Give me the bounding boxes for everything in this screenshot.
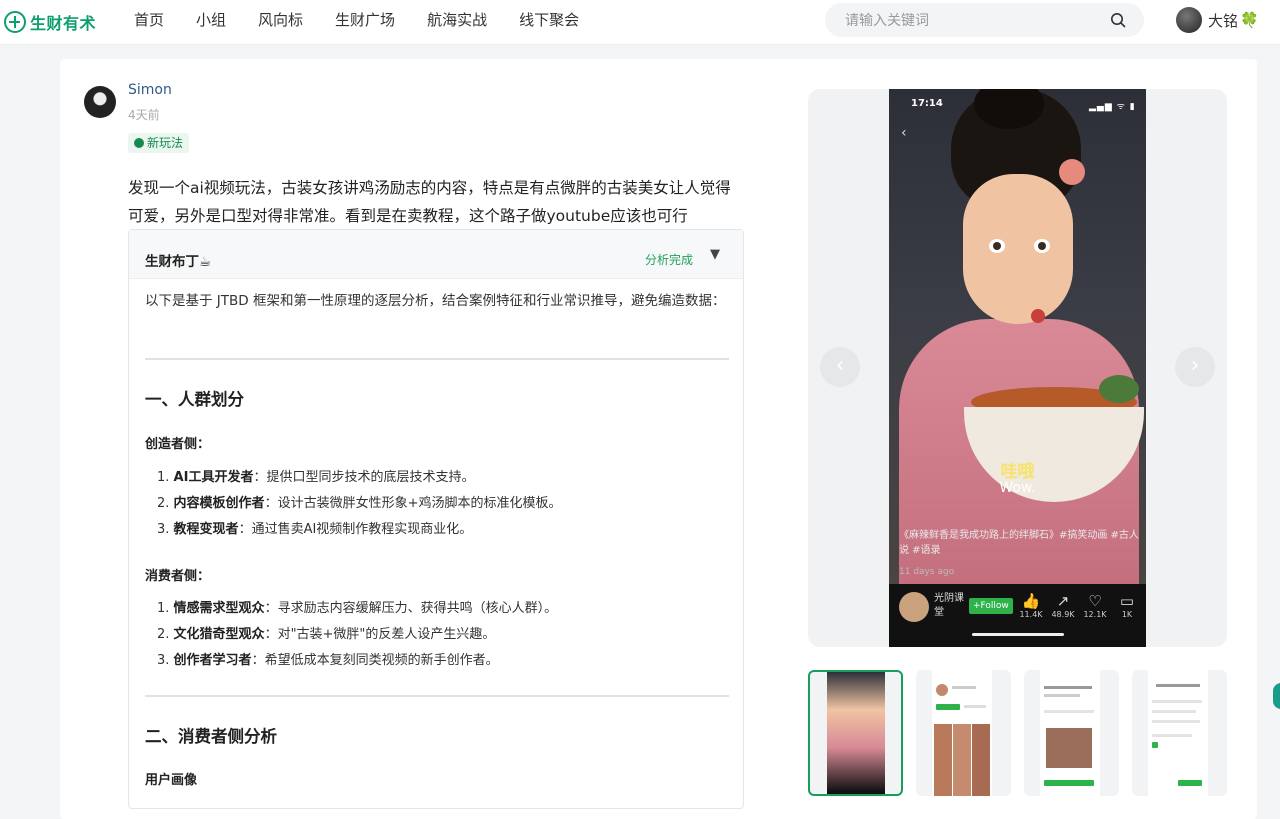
list-item: 1. 情感需求型观众：寻求励志内容缓解压力、获得共鸣（核心人群）。 [157,601,558,616]
main-nav: 首页 小组 风向标 生财广场 航海实战 线下聚会 [118,0,595,44]
video-action-bar: 光阴课堂 +Follow 👍 11.4K ↗ 48.9K ♡ 12.1K ▭ 1K [889,584,1146,647]
thumbnail-image [1148,670,1208,796]
channel-name: 光阴课堂 [934,593,964,618]
list-item: 3. 创作者学习者：希望低成本复刻同类视频的新手创作者。 [157,653,499,668]
back-icon: ‹ [901,125,907,141]
floating-action-button[interactable] [1273,683,1280,709]
section-heading: 二、消费者侧分析 [145,727,277,746]
thumbnail-4[interactable] [1132,670,1227,796]
share-icon: ↗ [1056,592,1070,610]
phone-status-icons: ▂▄▆ ᯤ ▮ [1089,102,1136,112]
top-bar: 生财有术 首页 小组 风向标 生财广场 航海实战 线下聚会 大铭 🍀 [0,0,1280,45]
home-indicator [972,633,1064,636]
nav-offline[interactable]: 线下聚会 [503,0,595,44]
tag-icon [134,138,144,148]
thumbnail-image [932,670,992,796]
comment-stat: ▭ 1K [1115,592,1139,619]
thumbnail-2[interactable] [916,670,1011,796]
favorite-stat: ♡ 12.1K [1083,592,1107,619]
video-screenshot[interactable]: 17:14 ▂▄▆ ᯤ ▮ ‹ 哇哦 Wow. 《麻辣鲜香是我成功路上的绊脚石》… [889,89,1146,647]
subsection-heading: 创造者侧： [145,437,211,452]
section-heading: 一、人群划分 [145,390,244,409]
follow-button: +Follow [969,598,1013,614]
nav-home[interactable]: 首页 [118,0,180,44]
post-time: 4天前 [128,108,160,122]
logo-icon [4,11,26,33]
search-box [825,3,1144,39]
nav-voyage[interactable]: 航海实战 [411,0,503,44]
next-image-button[interactable]: › [1175,347,1215,387]
list-item: 2. 内容模板创作者：设计古装微胖女性形象+鸡汤脚本的标准化模板。 [157,496,562,511]
post-body: 发现一个ai视频玩法，古装女孩讲鸡汤励志的内容，特点是有点微胖的古装美女让人觉得… [128,179,731,225]
video-caption: 《麻辣鲜香是我成功路上的绊脚石》#搞笑动画 #古人说 #语录 [899,530,1139,556]
video-frame [889,89,1146,584]
creators-list: 1. AI工具开发者：提供口型同步技术的底层技术支持。 2. 内容模板创作者：设… [157,468,561,546]
like-stat: 👍 11.4K [1019,592,1043,619]
prev-image-button[interactable]: ‹ [820,347,860,387]
search-input[interactable] [843,3,1107,39]
thumbnail-3[interactable] [1024,670,1119,796]
ai-analysis-status: 分析完成 [645,253,694,267]
phone-time: 17:14 [911,98,943,109]
ai-analysis-header[interactable]: 生财布丁☕ 分析完成 ▼ [129,230,743,279]
user-menu[interactable]: 大铭 🍀 [1176,6,1259,34]
media-viewer: 17:14 ▂▄▆ ᯤ ▮ ‹ 哇哦 Wow. 《麻辣鲜香是我成功路上的绊脚石》… [808,89,1227,647]
divider [145,358,729,360]
ai-analysis-intro: 以下是基于 JTBD 框架和第一性原理的逐层分析，结合案例特征和行业常识推导，避… [145,293,726,309]
search-icon[interactable] [1110,12,1126,28]
logo-text: 生财有术 [30,14,97,33]
heart-icon: ♡ [1088,592,1102,610]
tag-label: 新玩法 [147,136,184,150]
subsection-heading: 用户画像 [145,773,198,788]
divider [145,695,729,697]
thumbnail-image [1040,670,1100,796]
like-icon: 👍 [1021,592,1041,610]
video-age: 11 days ago [899,567,955,577]
nav-trends[interactable]: 风向标 [242,0,319,44]
author-avatar[interactable] [84,86,116,118]
avatar[interactable] [1176,7,1202,33]
post-tag[interactable]: 新玩法 [128,133,190,153]
thumbnail-image [827,672,885,794]
list-item: 2. 文化猎奇型观众：对"古装+微胖"的反差人设产生兴趣。 [157,627,496,642]
subtitle-en: Wow. [999,480,1036,496]
subsection-heading: 消费者侧： [145,569,211,584]
nav-groups[interactable]: 小组 [180,0,242,44]
share-stat: ↗ 48.9K [1051,592,1075,619]
collapse-toggle-icon[interactable]: ▼ [710,247,720,262]
list-item: 1. AI工具开发者：提供口型同步技术的底层技术支持。 [157,470,475,485]
thumbnail-1[interactable] [808,670,903,796]
ai-analysis-title: 生财布丁☕ [145,254,212,270]
subtitle-zh: 哇哦 [1000,462,1035,482]
consumers-list: 1. 情感需求型观众：寻求励志内容缓解压力、获得共鸣（核心人群）。 2. 文化猎… [157,599,557,677]
nav-plaza[interactable]: 生财广场 [319,0,411,44]
user-name[interactable]: 大铭 [1208,10,1238,31]
list-item: 3. 教程变现者：通过售卖AI视频制作教程实现商业化。 [157,522,473,537]
comment-icon: ▭ [1119,592,1135,610]
channel-avatar [899,592,929,622]
clover-icon: 🍀 [1240,11,1259,29]
ai-analysis-panel: 生财布丁☕ 分析完成 ▼ 以下是基于 JTBD 框架和第一性原理的逐层分析，结合… [128,229,744,809]
author-name[interactable]: Simon [128,82,172,98]
site-logo[interactable]: 生财有术 [4,7,96,37]
